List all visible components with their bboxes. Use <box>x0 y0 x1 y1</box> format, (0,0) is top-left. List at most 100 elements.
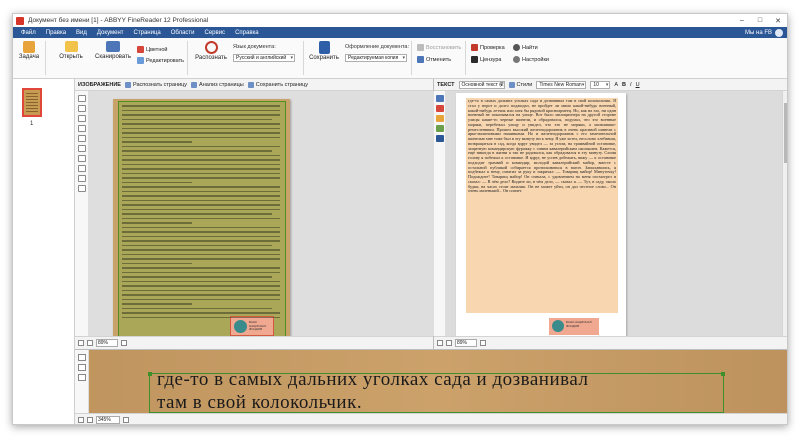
open-button[interactable]: Открыть <box>53 41 89 60</box>
edit-image-icon <box>137 57 144 64</box>
grow-font-icon[interactable]: A <box>614 82 618 88</box>
text-area-tool-icon[interactable] <box>78 364 86 371</box>
font-select[interactable]: Times New Roman <box>536 80 587 89</box>
scanned-text-line <box>122 159 280 161</box>
scan-button[interactable]: Сканировать <box>93 41 133 60</box>
recognized-text[interactable]: где-то в самых дальних уголках сада и до… <box>466 98 618 313</box>
bold-icon[interactable]: B <box>622 82 626 88</box>
magnifier-icon <box>204 41 218 54</box>
italic-icon[interactable]: I <box>630 82 632 88</box>
page-thumbnail[interactable] <box>22 88 42 117</box>
style-select[interactable]: Основной текст (2) <box>458 80 505 89</box>
add-area-tool-icon[interactable] <box>78 155 86 162</box>
scanned-text-line <box>122 145 280 148</box>
zoom-out-icon[interactable] <box>87 340 93 346</box>
menu-page[interactable]: Страница <box>129 30 166 36</box>
image-view[interactable]: БАНК НАЦИОНАЛ. ФОНДОВ <box>89 91 434 342</box>
table-area-tool-icon[interactable] <box>78 125 86 132</box>
hand-tool-icon[interactable] <box>78 175 86 182</box>
account-link[interactable]: Мы на FB <box>745 27 783 38</box>
ribbon-separator <box>187 41 188 75</box>
scanned-text-line <box>122 244 272 247</box>
menu-help[interactable]: Справка <box>230 30 264 36</box>
close-button[interactable]: ✕ <box>769 14 787 27</box>
resize-handle[interactable] <box>721 372 725 376</box>
save-button[interactable]: Сохранить <box>309 41 339 61</box>
rotate-tool-icon[interactable] <box>78 185 86 192</box>
settings-button[interactable]: Настройки <box>513 56 549 63</box>
picture-area-tool-icon[interactable] <box>78 115 86 122</box>
zoom-out-icon[interactable] <box>87 417 93 423</box>
text-zoom-select[interactable]: 89% <box>455 339 477 347</box>
scanned-text-line <box>122 285 280 287</box>
recognize-button[interactable]: Распознать <box>193 41 229 61</box>
menu-document[interactable]: Документ <box>92 30 129 36</box>
scrollbar-thumb[interactable] <box>784 103 787 163</box>
zoom-text-line-2: там в свой колокольчик. <box>157 392 363 413</box>
cancel-button[interactable]: Отменить <box>417 56 451 63</box>
fit-page-icon[interactable] <box>437 340 443 346</box>
format-select[interactable]: Редактируемая копия <box>345 54 407 62</box>
text-view[interactable]: где-то в самых дальних уголках сада и до… <box>446 91 787 336</box>
scanned-text-line <box>122 240 280 242</box>
check-button[interactable]: Проверка <box>471 44 505 51</box>
minimize-button[interactable]: – <box>733 14 751 27</box>
scanned-text-line <box>122 118 272 121</box>
recognize-page-button[interactable]: Распознать страницу <box>124 81 187 88</box>
analyze-page-button[interactable]: Анализ страницы <box>191 81 244 88</box>
verify-tool-icon[interactable] <box>436 95 444 102</box>
zoom-tools <box>75 350 89 414</box>
paragraph-tool-icon[interactable] <box>436 135 444 142</box>
cut-area-tool-icon[interactable] <box>78 165 86 172</box>
barcode-area-tool-icon[interactable] <box>78 135 86 142</box>
edit-image-button[interactable]: Редактировать <box>137 57 184 64</box>
save-page-button[interactable]: Сохранить страницу <box>247 81 308 88</box>
menu-tools[interactable]: Сервис <box>200 30 231 36</box>
resize-handle[interactable] <box>148 372 152 376</box>
undo-icon <box>417 56 424 63</box>
text-area-tool-icon[interactable] <box>78 105 86 112</box>
find-button[interactable]: Найти <box>513 44 538 51</box>
zoom-in-icon[interactable] <box>123 417 129 423</box>
zoom-in-icon[interactable] <box>121 340 127 346</box>
censor-button[interactable]: Цензура <box>471 56 501 63</box>
task-button[interactable]: Задача <box>17 41 41 60</box>
picture-caption: БАНК НАЦИОНАЛ. ФОНДОВ <box>249 320 267 331</box>
previous-error-icon[interactable] <box>436 105 444 112</box>
restore-icon <box>417 44 424 51</box>
image-zoom-bar: 89% <box>75 336 433 349</box>
scanned-text-line <box>122 150 272 152</box>
styles-button[interactable]: Стили <box>508 81 532 88</box>
app-window: Документ без имени [1] - ABBYY FineReade… <box>12 13 788 425</box>
fit-page-icon[interactable] <box>78 417 84 423</box>
maximize-button[interactable]: □ <box>751 14 769 27</box>
format-label: Оформление документа: <box>345 44 410 50</box>
menu-file[interactable]: Файл <box>16 30 41 36</box>
zoom-pane-zoom-select[interactable]: 345% <box>96 416 120 424</box>
fit-page-icon[interactable] <box>78 340 84 346</box>
area-tool-icon[interactable] <box>78 354 86 361</box>
scanned-text-line <box>122 181 192 184</box>
zoom-in-icon[interactable] <box>480 340 486 346</box>
next-error-icon[interactable] <box>436 115 444 122</box>
text-vertical-scrollbar[interactable] <box>782 91 787 336</box>
zoom-out-icon[interactable] <box>446 340 452 346</box>
scanner-icon <box>106 41 120 52</box>
color-mode-button[interactable]: Цветной <box>137 46 168 53</box>
picture-area-block[interactable]: БАНК НАЦИОНАЛ. ФОНДОВ <box>230 316 274 336</box>
menu-view[interactable]: Вид <box>71 30 92 36</box>
task-icon <box>23 41 35 53</box>
font-tool-icon[interactable] <box>436 125 444 132</box>
language-select[interactable]: Русский и английский <box>233 54 295 62</box>
image-zoom-select[interactable]: 89% <box>96 339 118 347</box>
font-size-select[interactable]: 10 <box>590 80 611 89</box>
menu-edit[interactable]: Правка <box>41 30 71 36</box>
recognized-picture[interactable]: БАНК НАЦИОНАЛ. ФОНДОВ <box>549 318 599 335</box>
zoom-view[interactable]: где-то в самых дальних уголках сада и до… <box>89 350 787 414</box>
menu-areas[interactable]: Области <box>166 30 200 36</box>
underline-icon[interactable]: U <box>636 82 640 88</box>
picture-area-tool-icon[interactable] <box>78 374 86 381</box>
restore-button[interactable]: Восстановить <box>417 44 461 51</box>
area-tool-icon[interactable] <box>78 95 86 102</box>
background-area-tool-icon[interactable] <box>78 145 86 152</box>
